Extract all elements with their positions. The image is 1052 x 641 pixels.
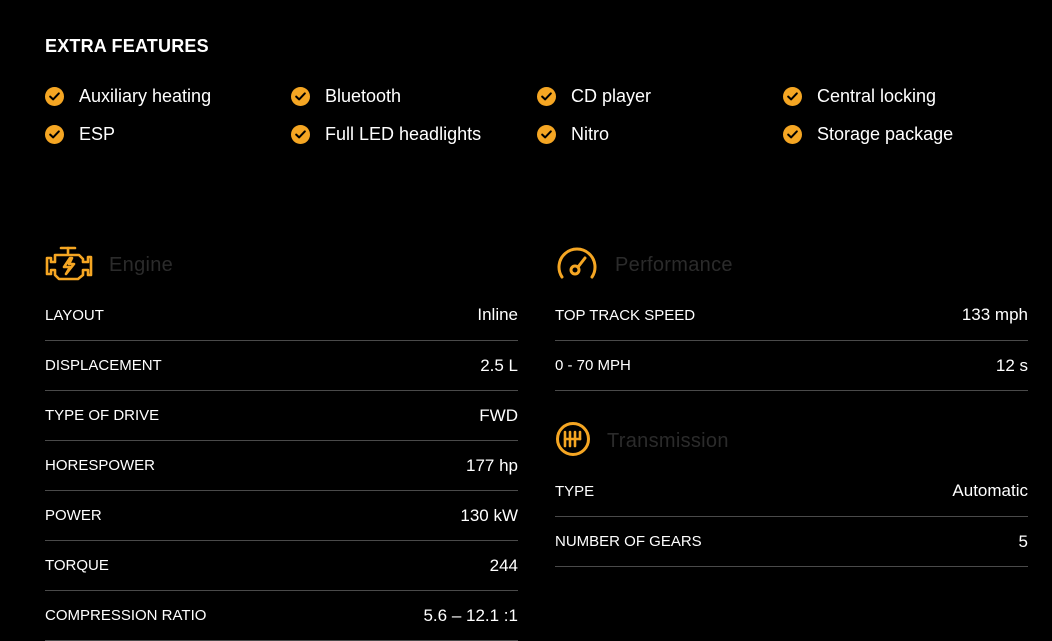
check-icon (537, 124, 556, 144)
spec-label: HORESPOWER (45, 457, 156, 474)
spec-value: 244 (489, 555, 518, 575)
check-icon (45, 124, 64, 144)
speedometer-icon (555, 243, 599, 288)
feature-label: Central locking (817, 85, 937, 106)
spec-label: TYPE (555, 482, 595, 500)
spec-row: 0 - 70 MPH 12 s (555, 341, 1028, 391)
performance-section-title: Performance (615, 254, 733, 276)
check-icon (783, 86, 802, 106)
spec-value: Inline (477, 305, 518, 324)
feature-item: ESP (45, 122, 291, 146)
check-icon (45, 86, 64, 106)
spec-row: TYPE OF DRIVE FWD (45, 391, 518, 441)
spec-label: NUMBER OF GEARS (555, 533, 702, 550)
engine-section-header: Engine (45, 243, 173, 288)
feature-label: Bluetooth (325, 85, 402, 106)
gearbox-icon (555, 420, 591, 463)
feature-item: CD player (537, 84, 783, 108)
spec-value: 130 kW (460, 505, 518, 525)
spec-value: 177 hp (466, 455, 518, 475)
feature-item: Bluetooth (291, 84, 537, 108)
feature-label: Auxiliary heating (79, 85, 212, 106)
feature-label: ESP (79, 123, 116, 144)
feature-label: Storage package (817, 123, 954, 144)
check-icon (537, 86, 556, 106)
feature-item: Central locking (783, 84, 1029, 108)
spec-row: COMPRESSION RATIO 5.6 – 12.1 :1 (45, 591, 518, 641)
feature-item: Nitro (537, 122, 783, 146)
feature-label: Full LED headlights (325, 123, 482, 144)
spec-value: 12 s (995, 355, 1028, 375)
feature-label: CD player (571, 85, 652, 106)
spec-row: HORESPOWER 177 hp (45, 441, 518, 491)
check-icon (783, 124, 802, 144)
transmission-section-header: Transmission (555, 420, 729, 463)
spec-value: 133 mph (961, 305, 1028, 324)
feature-item: Storage package (783, 122, 1029, 146)
engine-section-title: Engine (109, 254, 174, 276)
feature-item: Auxiliary heating (45, 84, 291, 108)
engine-icon (45, 243, 93, 288)
spec-row: TOP TRACK SPEED 133 mph (555, 290, 1028, 341)
extra-features-title: EXTRA FEATURES (45, 36, 209, 56)
spec-value: 5 (1018, 531, 1028, 551)
performance-section-header: Performance (555, 243, 733, 288)
extra-features-list: Auxiliary heating Bluetooth CD player Ce… (45, 84, 1045, 160)
spec-label: TOP TRACK SPEED (555, 306, 696, 324)
spec-label: POWER (45, 507, 102, 524)
spec-label: LAYOUT (45, 306, 104, 324)
performance-spec-table: TOP TRACK SPEED 133 mph 0 - 70 MPH 12 s (555, 290, 1028, 391)
spec-label: DISPLACEMENT (45, 357, 162, 374)
feature-item: Full LED headlights (291, 122, 537, 146)
feature-label: Nitro (571, 123, 610, 144)
spec-label: TYPE OF DRIVE (45, 407, 160, 424)
spec-value: FWD (479, 405, 518, 425)
spec-row: TYPE Automatic (555, 466, 1028, 517)
spec-label: 0 - 70 MPH (555, 357, 631, 374)
spec-row: POWER 130 kW (45, 491, 518, 541)
engine-spec-table: LAYOUT Inline DISPLACEMENT 2.5 L TYPE OF… (45, 290, 518, 641)
transmission-spec-table: TYPE Automatic NUMBER OF GEARS 5 (555, 466, 1028, 567)
spec-label: COMPRESSION RATIO (45, 607, 207, 624)
spec-row: NUMBER OF GEARS 5 (555, 517, 1028, 567)
spec-row: LAYOUT Inline (45, 290, 518, 341)
transmission-section-title: Transmission (607, 430, 729, 452)
spec-value: Automatic (952, 481, 1028, 500)
check-icon (291, 86, 310, 106)
spec-row: TORQUE 244 (45, 541, 518, 591)
spec-value: 5.6 – 12.1 :1 (423, 605, 518, 625)
check-icon (291, 124, 310, 144)
spec-value: 2.5 L (480, 355, 518, 375)
spec-label: TORQUE (45, 557, 109, 574)
spec-row: DISPLACEMENT 2.5 L (45, 341, 518, 391)
